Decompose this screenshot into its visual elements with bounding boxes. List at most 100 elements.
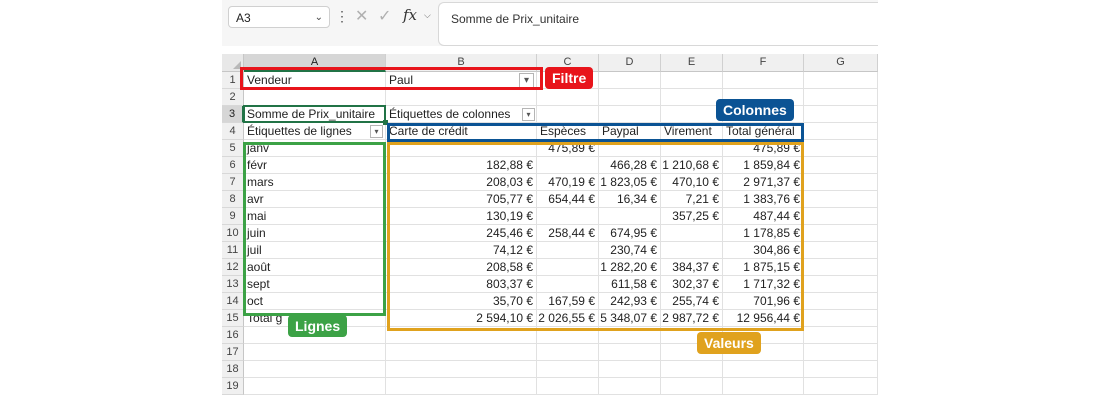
pivot-row-label[interactable]: mars <box>247 174 386 191</box>
pivot-value-cell[interactable]: 611,58 € <box>599 276 657 293</box>
pivot-value-cell[interactable] <box>661 225 719 242</box>
row-header-1[interactable]: 1 <box>222 72 244 89</box>
row-header-9[interactable]: 9 <box>222 208 244 225</box>
pivot-grand-total-value[interactable]: 12 956,44 € <box>723 310 800 327</box>
formula-input[interactable]: Somme de Prix_unitaire <box>438 2 878 46</box>
pivot-grand-total-value[interactable]: 2 026,55 € <box>537 310 595 327</box>
pivot-value-cell[interactable]: 1 282,20 € <box>599 259 657 276</box>
pivot-row-label[interactable]: janv <box>247 140 386 157</box>
pivot-value-cell[interactable]: 182,88 € <box>386 157 533 174</box>
pivot-value-cell[interactable]: 1 210,68 € <box>661 157 719 174</box>
pivot-value-cell[interactable]: 466,28 € <box>599 157 657 174</box>
pivot-row-label[interactable]: sept <box>247 276 386 293</box>
column-labels-dropdown-icon[interactable]: ▾ <box>522 108 535 121</box>
row-header-3[interactable]: 3 <box>222 106 244 123</box>
pivot-value-cell[interactable]: 1 717,32 € <box>723 276 800 293</box>
row-header-5[interactable]: 5 <box>222 140 244 157</box>
row-header-14[interactable]: 14 <box>222 293 244 310</box>
pivot-value-cell[interactable]: 674,95 € <box>599 225 657 242</box>
pivot-value-cell[interactable]: 475,89 € <box>723 140 800 157</box>
filter-dropdown-icon[interactable]: ▾ <box>519 73 534 88</box>
row-header-8[interactable]: 8 <box>222 191 244 208</box>
pivot-value-cell[interactable]: 208,58 € <box>386 259 533 276</box>
pivot-column-item[interactable]: Espèces <box>540 123 599 140</box>
pivot-row-label[interactable]: févr <box>247 157 386 174</box>
row-header-18[interactable]: 18 <box>222 361 244 378</box>
check-icon[interactable]: ✓ <box>378 6 391 26</box>
select-all-button[interactable] <box>222 54 244 72</box>
column-header-e[interactable]: E <box>661 54 723 72</box>
pivot-row-label[interactable]: août <box>247 259 386 276</box>
row-header-2[interactable]: 2 <box>222 89 244 106</box>
pivot-value-cell[interactable]: 255,74 € <box>661 293 719 310</box>
pivot-value-cell[interactable] <box>537 208 595 225</box>
column-header-d[interactable]: D <box>599 54 661 72</box>
pivot-column-item[interactable]: Virement <box>664 123 723 140</box>
pivot-value-cell[interactable]: 1 823,05 € <box>599 174 657 191</box>
row-header-10[interactable]: 10 <box>222 225 244 242</box>
pivot-column-item[interactable]: Total général <box>726 123 804 140</box>
pivot-grand-total-value[interactable]: 2 594,10 € <box>386 310 533 327</box>
pivot-value-cell[interactable]: 302,37 € <box>661 276 719 293</box>
name-box[interactable]: A3 ⌄ <box>228 6 330 28</box>
pivot-row-label[interactable]: juin <box>247 225 386 242</box>
column-header-f[interactable]: F <box>723 54 804 72</box>
more-options-icon[interactable]: ⋮ <box>335 8 349 25</box>
row-header-12[interactable]: 12 <box>222 259 244 276</box>
pivot-grand-total-value[interactable]: 5 348,07 € <box>599 310 657 327</box>
filter-label[interactable]: Vendeur <box>247 72 386 89</box>
row-header-17[interactable]: 17 <box>222 344 244 361</box>
pivot-value-cell[interactable]: 475,89 € <box>537 140 595 157</box>
pivot-value-cell[interactable]: 304,86 € <box>723 242 800 259</box>
pivot-value-cell[interactable]: 167,59 € <box>537 293 595 310</box>
column-header-b[interactable]: B <box>386 54 537 72</box>
pivot-value-cell[interactable] <box>537 259 595 276</box>
column-header-g[interactable]: G <box>804 54 878 72</box>
pivot-row-labels-header[interactable]: Étiquettes de lignes <box>247 123 386 140</box>
close-icon[interactable]: ✕ <box>355 6 368 26</box>
pivot-grand-total-value[interactable]: 2 987,72 € <box>661 310 719 327</box>
row-header-7[interactable]: 7 <box>222 174 244 191</box>
pivot-value-cell[interactable]: 654,44 € <box>537 191 595 208</box>
pivot-value-cell[interactable] <box>599 140 657 157</box>
filter-value[interactable]: Paul <box>389 72 537 89</box>
row-header-6[interactable]: 6 <box>222 157 244 174</box>
pivot-value-cell[interactable]: 384,37 € <box>661 259 719 276</box>
pivot-value-cell[interactable]: 35,70 € <box>386 293 533 310</box>
pivot-value-cell[interactable]: 74,12 € <box>386 242 533 259</box>
chevron-down-icon[interactable]: ⌵ <box>424 10 431 21</box>
pivot-value-cell[interactable]: 705,77 € <box>386 191 533 208</box>
row-header-11[interactable]: 11 <box>222 242 244 259</box>
pivot-value-cell[interactable]: 470,10 € <box>661 174 719 191</box>
pivot-value-cell[interactable]: 258,44 € <box>537 225 595 242</box>
pivot-row-label[interactable]: juil <box>247 242 386 259</box>
pivot-value-cell[interactable] <box>537 242 595 259</box>
row-header-15[interactable]: 15 <box>222 310 244 327</box>
row-header-13[interactable]: 13 <box>222 276 244 293</box>
pivot-value-cell[interactable]: 230,74 € <box>599 242 657 259</box>
pivot-column-labels-header[interactable]: Étiquettes de colonnes <box>389 106 537 123</box>
pivot-value-cell[interactable]: 1 383,76 € <box>723 191 800 208</box>
chevron-down-icon[interactable]: ⌄ <box>315 12 323 23</box>
row-header-4[interactable]: 4 <box>222 123 244 140</box>
row-header-16[interactable]: 16 <box>222 327 244 344</box>
pivot-column-item[interactable]: Paypal <box>602 123 661 140</box>
pivot-value-cell[interactable]: 1 859,84 € <box>723 157 800 174</box>
pivot-value-cell[interactable] <box>386 140 533 157</box>
pivot-value-cell[interactable]: 16,34 € <box>599 191 657 208</box>
fill-handle[interactable] <box>383 120 388 125</box>
pivot-value-cell[interactable]: 2 971,37 € <box>723 174 800 191</box>
pivot-column-item[interactable]: Carte de crédit <box>389 123 537 140</box>
pivot-value-cell[interactable]: 470,19 € <box>537 174 595 191</box>
insert-function-icon[interactable]: fx <box>403 6 417 24</box>
pivot-value-cell[interactable]: 1 178,85 € <box>723 225 800 242</box>
pivot-value-cell[interactable] <box>537 276 595 293</box>
pivot-value-cell[interactable]: 701,96 € <box>723 293 800 310</box>
row-header-19[interactable]: 19 <box>222 378 244 395</box>
pivot-value-cell[interactable] <box>661 140 719 157</box>
pivot-value-cell[interactable]: 803,37 € <box>386 276 533 293</box>
pivot-value-cell[interactable]: 208,03 € <box>386 174 533 191</box>
pivot-value-cell[interactable]: 242,93 € <box>599 293 657 310</box>
pivot-row-label[interactable]: avr <box>247 191 386 208</box>
pivot-row-label[interactable]: oct <box>247 293 386 310</box>
